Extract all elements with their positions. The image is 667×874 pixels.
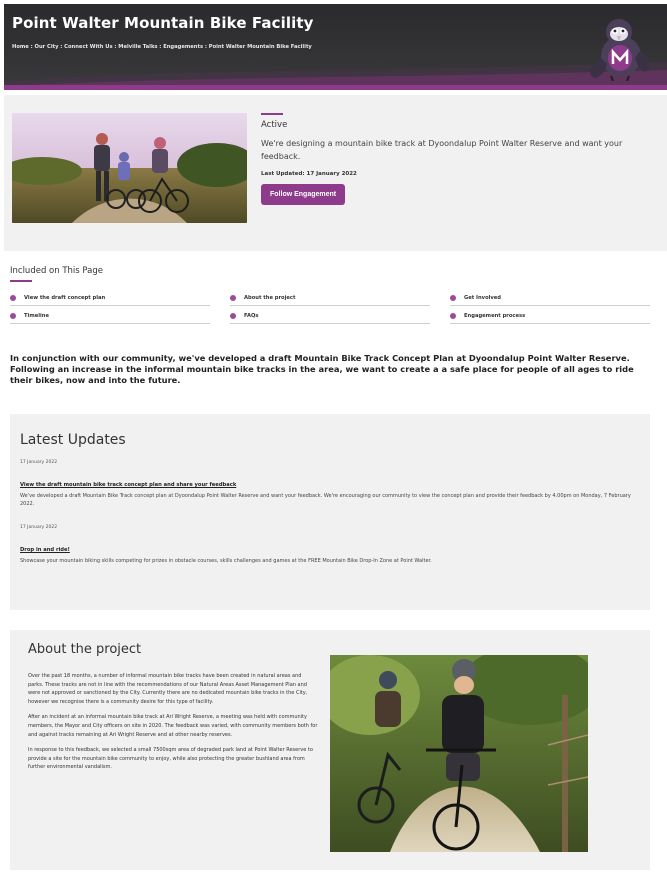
update-link[interactable]: View the draft mountain bike track conce… [20,482,236,488]
breadcrumb-connect[interactable]: Connect With Us [64,44,112,50]
hero-info: Active We're designing a mountain bike t… [261,113,651,205]
update-text: We've developed a draft Mountain Bike Tr… [20,493,631,507]
hero-description: We're designing a mountain bike track at… [261,139,623,161]
update-text: Showcase your mountain biking skills com… [20,558,432,564]
bullet-dot-icon [10,294,16,301]
toc-link-about[interactable]: About the project [230,290,430,306]
intro-paragraph: In conjunction with our community, we've… [10,353,634,385]
update-link[interactable]: Drop in and ride! [20,547,70,553]
follow-engagement-button[interactable]: Follow Engagement [261,184,346,205]
about-photo-kids-riding [330,655,588,852]
bullet-dot-icon [230,294,236,301]
accent-bar [261,113,283,115]
hero-photo [12,113,247,223]
breadcrumb-engagements[interactable]: Engagements [163,44,203,50]
page-header: Point Walter Mountain Bike Facility Home… [4,4,667,90]
contents-list: View the draft concept plan About the pr… [10,290,650,324]
about-project-title: About the project [28,642,142,657]
update-date: 17 January 2022 [20,525,58,530]
magpie-mascot-logo [590,19,650,82]
bullet-dot-icon [230,312,236,319]
toc-link-faqs[interactable]: FAQs [230,308,430,324]
breadcrumb-current: Point Walter Mountain Bike Facility [208,44,312,50]
bullet-dot-icon [450,294,456,301]
latest-updates-panel: Latest Updates 17 January 2022 View the … [10,414,650,610]
header-accent-strip [4,85,667,90]
status-label: Active [261,120,288,130]
last-updated: Last Updated: 17 January 2022 [261,171,357,177]
about-paragraph: In response to this feedback, we selecte… [28,747,313,771]
toc-link-get-involved[interactable]: Get Involved [450,290,650,306]
about-paragraph: After an incident at an informal mountai… [28,714,318,738]
breadcrumb-home[interactable]: Home [12,44,29,50]
contents-title: Included on This Page [10,266,103,276]
page-title: Point Walter Mountain Bike Facility [12,14,314,32]
hero-photo-family-bikes [12,113,247,223]
update-date: 17 January 2022 [20,460,58,465]
breadcrumb-melville-talks[interactable]: Melville Talks [118,44,157,50]
about-project-panel: About the project Over the past 18 month… [10,630,650,870]
toc-link-timeline[interactable]: Timeline [10,308,210,324]
latest-updates-title: Latest Updates [20,432,126,448]
about-paragraph: Over the past 18 months, a number of inf… [28,673,308,705]
bullet-dot-icon [10,312,16,319]
accent-bar [10,280,32,282]
bullet-dot-icon [450,312,456,319]
about-project-text: Over the past 18 months, a number of inf… [28,672,318,779]
engagement-hero: Active We're designing a mountain bike t… [4,95,667,251]
toc-link-engagement-process[interactable]: Engagement process [450,308,650,324]
page-contents: Included on This Page View the draft con… [10,266,650,324]
update-item: 17 January 2022 View the draft mountain … [20,460,640,508]
update-item: 17 January 2022 Drop in and ride! Showca… [20,525,640,565]
breadcrumb: Home : Our City : Connect With Us : Melv… [12,44,312,50]
about-photo [330,655,588,852]
breadcrumb-our-city[interactable]: Our City [35,44,59,50]
toc-link-concept-plan[interactable]: View the draft concept plan [10,290,210,306]
